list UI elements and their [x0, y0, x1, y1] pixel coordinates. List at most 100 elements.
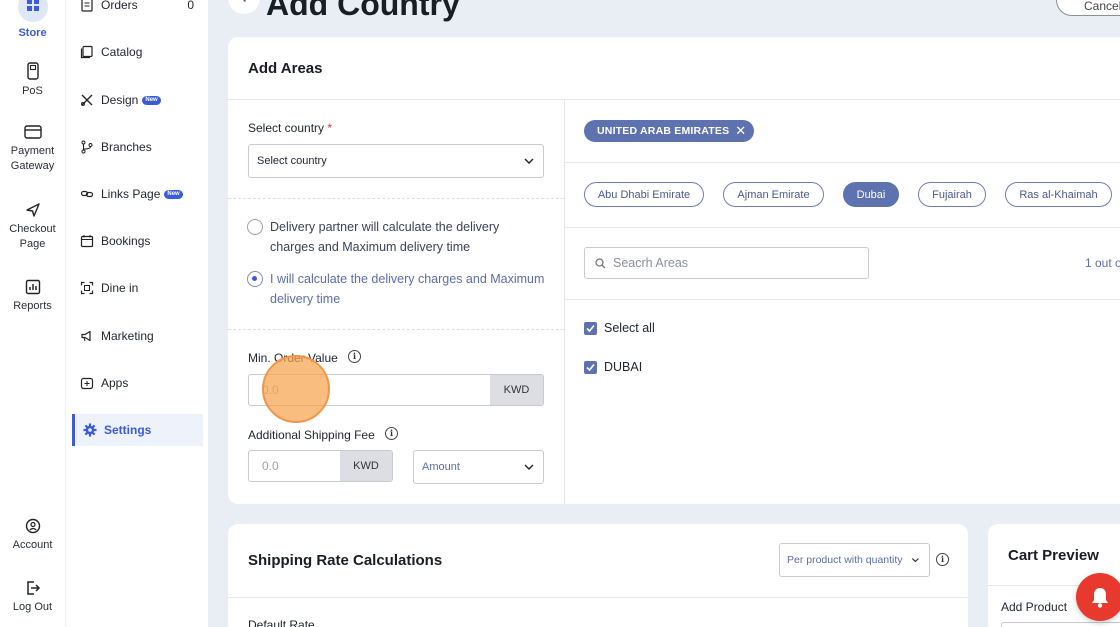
catalog-icon: [80, 45, 93, 59]
sidebar-item-marketing[interactable]: Marketing: [80, 320, 204, 352]
sidebar-item-apps[interactable]: Apps: [80, 367, 204, 399]
sidebar-item-label: Links Page: [101, 187, 161, 201]
rail-item-checkout-page[interactable]: Checkout Page: [0, 202, 65, 252]
close-icon[interactable]: ✕: [735, 120, 746, 142]
shipping-fee-label: Additional Shipping Fee: [248, 428, 375, 442]
shipping-fee-input-group: KWD: [248, 450, 393, 482]
chevron-down-icon: [524, 158, 534, 164]
back-button[interactable]: [228, 0, 260, 14]
rail-item-label: PoS: [22, 85, 43, 97]
divider: [228, 99, 1120, 100]
orders-icon: [81, 0, 93, 12]
sidebar-item-branches[interactable]: Branches: [80, 131, 204, 163]
sidebar-item-dine-in[interactable]: Dine in: [80, 272, 204, 304]
links-page-icon: [80, 190, 94, 198]
pos-icon: [26, 62, 39, 80]
reports-icon: [25, 279, 40, 295]
required-mark: *: [327, 121, 333, 135]
area-count-text: 1 out o: [1085, 256, 1120, 270]
sidebar-item-design[interactable]: Design New: [80, 84, 204, 116]
primary-rail: Store PoS Payment Gateway Checkout Page …: [0, 0, 65, 627]
check-icon: [586, 324, 595, 333]
shipping-rate-title: Shipping Rate Calculations: [248, 552, 443, 569]
emirate-pill-fujairah[interactable]: Fujairah: [918, 182, 986, 207]
select-country-dropdown[interactable]: Select country: [248, 144, 544, 178]
design-icon: [81, 94, 93, 106]
divider: [228, 597, 968, 598]
check-icon: [586, 363, 595, 372]
divider: [564, 227, 1120, 228]
logout-icon: [26, 581, 40, 595]
rail-item-account[interactable]: Account: [0, 518, 65, 553]
rail-item-store[interactable]: Store: [0, 0, 65, 41]
rail-item-label: Log Out: [12, 601, 53, 613]
min-order-currency: KWD: [490, 375, 543, 405]
selected-country-chip-label: UNITED ARAB EMIRATES: [597, 125, 730, 137]
sidebar-item-label: Marketing: [101, 329, 154, 343]
fee-type-dropdown[interactable]: Amount: [413, 450, 544, 484]
dine-in-icon: [80, 281, 94, 295]
section-divider: [228, 198, 564, 199]
chat-button[interactable]: [1076, 573, 1120, 621]
area-search-input[interactable]: [613, 256, 843, 270]
account-icon: [25, 518, 40, 534]
fee-type-value: Amount: [422, 461, 460, 473]
sidebar-item-orders[interactable]: Orders 0: [80, 0, 204, 21]
select-all-label: Select all: [604, 321, 655, 335]
sidebar-item-label: Branches: [101, 140, 152, 154]
rail-item-log-out[interactable]: Log Out: [0, 580, 65, 615]
area-checkbox-dubai[interactable]: [584, 361, 597, 374]
new-badge: New: [164, 189, 183, 199]
select-all-checkbox[interactable]: [584, 322, 597, 335]
new-badge: New: [142, 95, 161, 105]
marketing-icon: [81, 330, 91, 342]
delivery-partner-option-label: Delivery partner will calculate the deli…: [270, 220, 500, 254]
emirate-pill-dubai[interactable]: Dubai: [843, 182, 899, 207]
shipping-fee-currency: KWD: [340, 451, 392, 481]
sidebar-item-label: Settings: [104, 423, 152, 437]
sidebar-item-links-page[interactable]: Links Page New: [80, 178, 204, 210]
selected-country-chip[interactable]: UNITED ARAB EMIRATES ✕: [584, 120, 755, 142]
area-search-box: [584, 247, 869, 279]
store-sidebar: Orders 0 Catalog Design New Branches Lin…: [65, 0, 208, 627]
sidebar-item-label: Catalog: [101, 45, 143, 59]
rail-item-pos[interactable]: PoS: [0, 62, 65, 99]
bookings-icon: [80, 235, 94, 248]
chevron-down-icon: [524, 464, 534, 470]
shipping-mode-dropdown[interactable]: Per product with quantity: [779, 543, 930, 577]
sidebar-item-label: Dine in: [101, 281, 139, 295]
payment-gateway-icon: [23, 125, 42, 139]
divider: [564, 162, 1120, 163]
sidebar-item-settings[interactable]: Settings: [72, 414, 203, 446]
add-areas-title: Add Areas: [248, 60, 323, 77]
branches-icon: [81, 140, 93, 154]
shipping-mode-value: Per product with quantity: [787, 554, 903, 566]
rail-item-reports[interactable]: Reports: [0, 279, 65, 314]
shipping-fee-input[interactable]: [249, 451, 340, 481]
rail-item-label: Store: [18, 27, 47, 39]
sidebar-item-catalog[interactable]: Catalog: [80, 36, 204, 68]
column-divider: [564, 99, 565, 504]
emirate-pill-ras-al-khaimah[interactable]: Ras al-Khaimah: [1005, 182, 1112, 207]
info-icon[interactable]: i: [348, 350, 361, 363]
emirate-pill-ajman[interactable]: Ajman Emirate: [723, 182, 824, 207]
shipping-rate-card: Shipping Rate Calculations Per product w…: [228, 524, 968, 627]
self-calculate-radio[interactable]: [247, 271, 263, 287]
delivery-partner-radio[interactable]: [247, 219, 263, 235]
settings-icon: [83, 423, 97, 437]
orders-count: 0: [187, 0, 194, 12]
info-icon[interactable]: i: [385, 427, 398, 440]
info-icon[interactable]: i: [936, 553, 949, 566]
rail-item-payment-gateway[interactable]: Payment Gateway: [0, 124, 65, 174]
rail-item-label: Payment Gateway: [10, 145, 55, 172]
click-indicator: [262, 355, 330, 423]
add-product-input[interactable]: [1001, 622, 1120, 627]
select-country-label: Select country *: [248, 121, 332, 135]
sidebar-item-label: Design: [101, 93, 139, 107]
emirate-pill-abu-dhabi[interactable]: Abu Dhabi Emirate: [584, 182, 704, 207]
store-icon: [17, 0, 48, 22]
chevron-down-icon: [907, 556, 920, 564]
cancel-button[interactable]: Cancel: [1056, 0, 1120, 16]
sidebar-item-bookings[interactable]: Bookings: [80, 225, 204, 257]
area-label-dubai: DUBAI: [604, 360, 643, 374]
